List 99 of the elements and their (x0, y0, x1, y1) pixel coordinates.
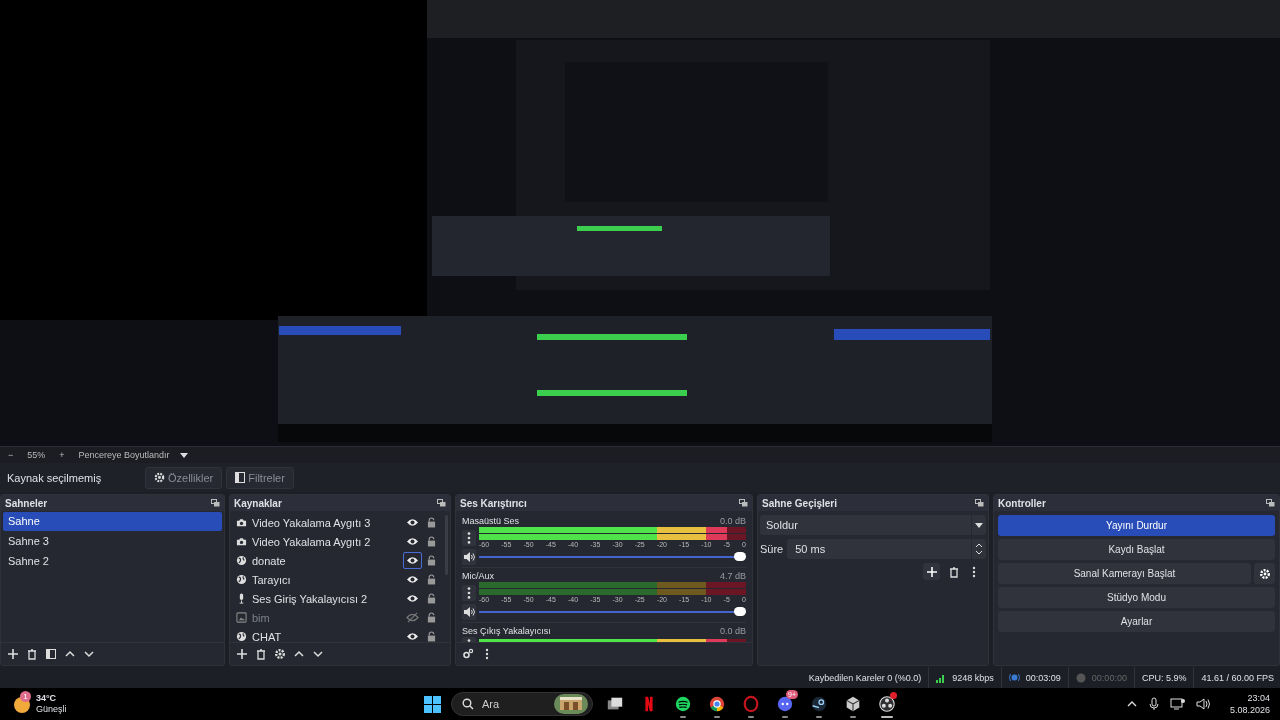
volume-slider[interactable] (479, 607, 746, 617)
gear-icon (154, 472, 165, 483)
eye-icon[interactable] (403, 552, 422, 569)
add-button[interactable] (923, 563, 940, 580)
source-name[interactable]: Tarayıcı (252, 573, 398, 586)
image-icon (236, 612, 247, 623)
globe-icon (236, 574, 247, 585)
lock-icon[interactable] (427, 574, 436, 585)
cube-icon[interactable] (844, 695, 862, 713)
control-button[interactable]: Stüdyo Modu (998, 587, 1275, 608)
filter-icon (235, 472, 246, 483)
lock-icon[interactable] (427, 555, 436, 566)
lock-icon[interactable] (427, 593, 436, 604)
caret-icon (179, 452, 188, 458)
duration-field[interactable]: 50 ms (787, 539, 986, 559)
undock-icon[interactable] (975, 499, 984, 507)
source-status: Kaynak seçilmemiş (7, 471, 103, 484)
bitrate: 9248 kbps (952, 672, 994, 683)
channel-name: Masaüstü Ses (462, 515, 520, 526)
scene-item[interactable]: Sahne 2 (3, 552, 222, 571)
panel-title: Kontroller (998, 497, 1046, 509)
globe-icon (236, 555, 247, 566)
speaker-icon[interactable] (462, 549, 476, 565)
search-icon (462, 698, 474, 710)
gear-icon[interactable] (274, 648, 286, 660)
source-name[interactable]: CHAT (252, 630, 398, 642)
clock-time[interactable]: 23:04 (1247, 692, 1270, 704)
record-time: 00:00:00 (1091, 672, 1127, 683)
speaker-icon[interactable] (462, 604, 476, 620)
control-button[interactable]: Sanal Kamerayı Başlat (998, 563, 1251, 584)
undock-icon[interactable] (739, 499, 748, 507)
channel-name: Mic/Aux (462, 570, 494, 581)
camera-icon (236, 536, 247, 547)
panel-title: Ses Karıştırıcı (460, 497, 527, 509)
move-down-icon[interactable] (83, 648, 95, 660)
weather-condition: Güneşli (36, 704, 67, 715)
steam-icon[interactable] (810, 695, 828, 713)
volume-icon[interactable] (1195, 697, 1212, 711)
trash-icon[interactable] (26, 648, 38, 660)
search-field[interactable]: Ara (451, 692, 593, 716)
discord-icon[interactable] (776, 695, 794, 713)
volume-slider[interactable] (479, 552, 746, 562)
camera-icon (236, 517, 247, 528)
zoom-out-button[interactable]: − (4, 450, 18, 460)
stream-time: 00:03:09 (1025, 672, 1061, 683)
spotify-icon[interactable] (674, 695, 692, 713)
scene-item[interactable]: Sahne (3, 512, 222, 531)
source-name[interactable]: Ses Giriş Yakalayıcısı 2 (252, 592, 398, 605)
source-name[interactable]: Video Yakalama Aygıtı 3 (252, 516, 398, 529)
kebab-menu-icon[interactable] (462, 530, 476, 546)
control-button[interactable]: Yayını Durdur (998, 515, 1275, 536)
move-down-icon[interactable] (312, 648, 324, 660)
undock-icon[interactable] (437, 499, 446, 507)
channel-reading: 4.7 dB (719, 570, 746, 581)
trash-icon[interactable] (948, 565, 960, 578)
dropped-frames: Kaybedilen Kareler 0 (%0.0) (801, 667, 929, 688)
temperature: 34°C (36, 693, 58, 704)
undock-icon[interactable] (211, 499, 220, 507)
obs-icon[interactable] (878, 695, 896, 713)
notification-badge: 1 (20, 691, 31, 702)
microphone-icon[interactable] (1147, 697, 1160, 711)
duration-label: Süre (760, 543, 784, 555)
add-icon[interactable] (236, 648, 248, 660)
scene-item[interactable]: Sahne 3 (3, 532, 222, 551)
zoom-level: 55% (26, 450, 47, 460)
source-name[interactable]: Video Yakalama Aygıtı 2 (252, 535, 398, 548)
add-icon[interactable] (7, 648, 19, 660)
control-button[interactable]: Kaydı Başlat (998, 539, 1275, 560)
caret-icon (975, 522, 983, 528)
clock-date[interactable]: 5.08.2026 (1229, 704, 1270, 716)
filter-icon[interactable] (45, 648, 57, 660)
gears-icon[interactable] (462, 648, 474, 660)
control-button[interactable]: Ayarlar (998, 611, 1275, 632)
kebab-menu-icon[interactable] (462, 585, 476, 601)
source-name[interactable]: bim (252, 611, 398, 624)
spinner-arrows-icon[interactable] (975, 542, 983, 556)
undock-icon[interactable] (1266, 499, 1275, 507)
channel-name: Ses Çıkış Yakalayıcısı (462, 625, 551, 636)
network-icon[interactable] (1169, 697, 1186, 711)
signal-icon (936, 672, 947, 683)
zoom-in-button[interactable]: + (55, 450, 69, 460)
lock-icon[interactable] (427, 612, 436, 623)
channel-reading: 0.0 dB (719, 515, 746, 526)
gear-icon (1258, 567, 1271, 580)
channel-reading: 0.0 dB (719, 625, 746, 636)
start-icon[interactable] (424, 695, 441, 713)
transition-dropdown[interactable]: Soldur (760, 515, 986, 535)
settings-button[interactable] (1254, 563, 1275, 584)
panel-title: Sahne Geçişleri (762, 497, 838, 509)
panel-title: Sahneler (5, 497, 48, 509)
opera-icon[interactable] (742, 695, 760, 713)
trash-icon[interactable] (255, 648, 267, 660)
lock-icon[interactable] (427, 631, 436, 642)
panel-title: Kaynaklar (234, 497, 282, 509)
lock-icon[interactable] (427, 536, 436, 547)
source-name[interactable]: donate (252, 554, 398, 567)
fit-mode-dropdown[interactable]: Pencereye Boyutlandır (74, 450, 192, 460)
lock-icon[interactable] (427, 517, 436, 528)
chrome-icon[interactable] (708, 695, 726, 713)
